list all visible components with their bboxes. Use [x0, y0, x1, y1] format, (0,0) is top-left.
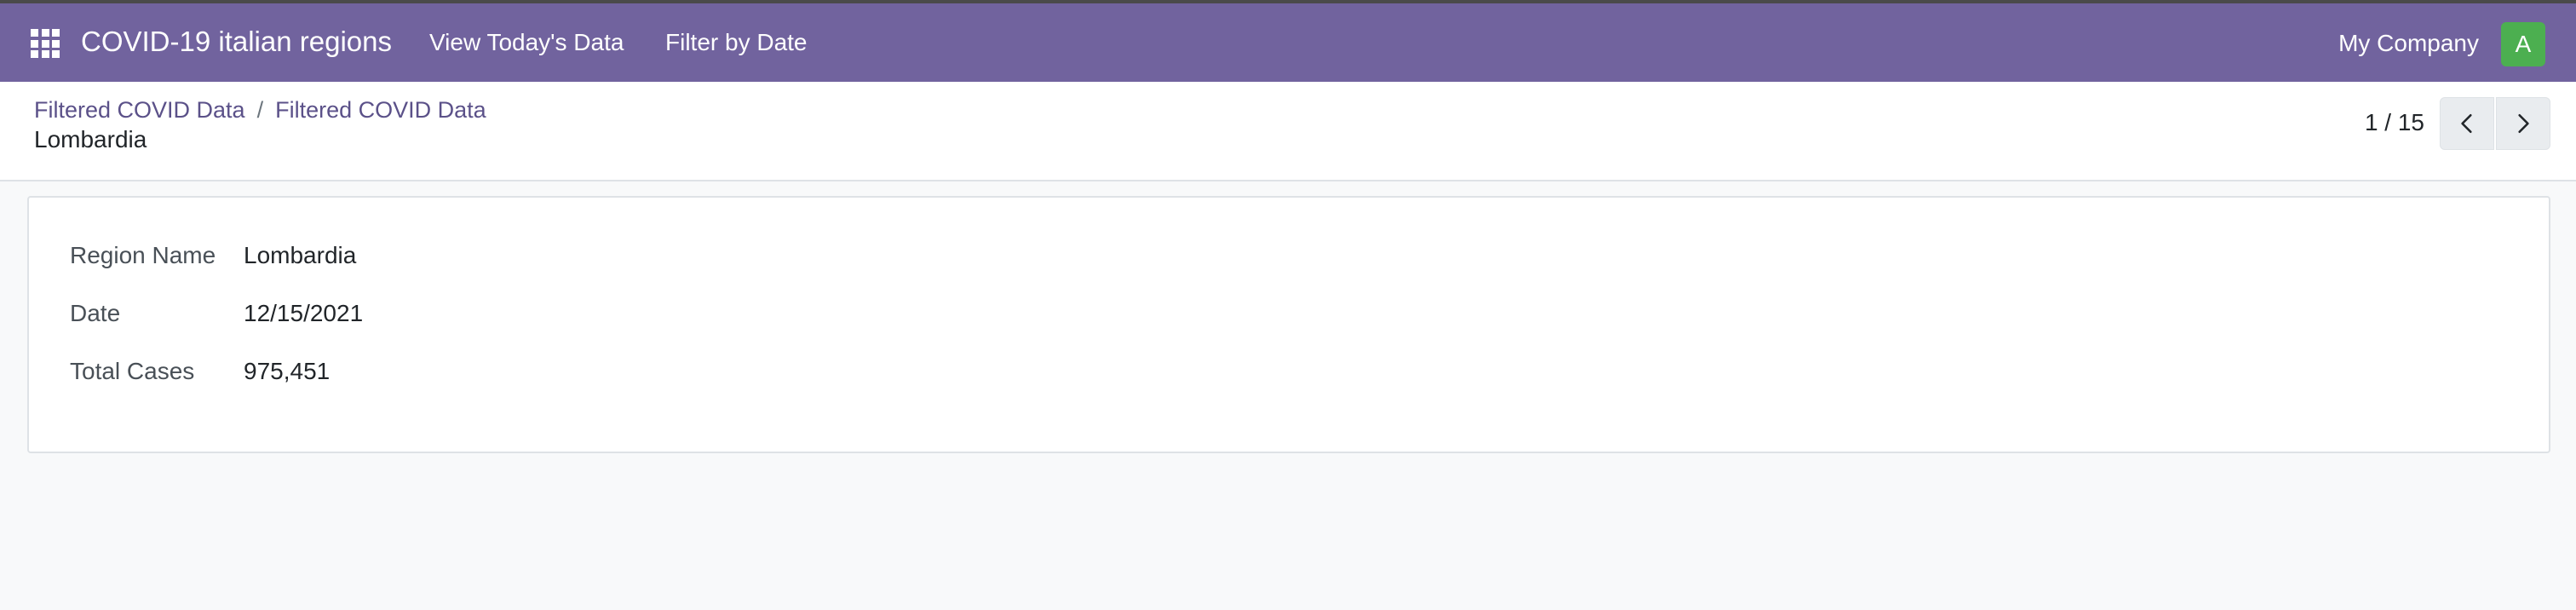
record-title: Lombardia: [34, 126, 147, 152]
form-sheet: Region Name Lombardia Date 12/15/2021 To…: [27, 196, 2550, 453]
field-date: Date 12/15/2021: [70, 296, 363, 331]
breadcrumb-separator: /: [256, 97, 264, 123]
field-total-cases: Total Cases 975,451: [70, 354, 330, 388]
control-panel: Filtered COVID Data / Filtered COVID Data …: [0, 82, 2576, 181]
menu-filter-by-date[interactable]: Filter by Date: [665, 29, 808, 56]
company-switcher[interactable]: My Company: [2338, 30, 2479, 57]
apps-grid-icon[interactable]: [31, 29, 60, 58]
date-value: 12/15/2021: [244, 300, 364, 326]
breadcrumb-link-1[interactable]: Filtered COVID Data: [34, 97, 245, 123]
total-cases-value: 975,451: [244, 358, 331, 384]
pager-previous-button[interactable]: [2440, 97, 2494, 150]
field-label: Date: [70, 300, 121, 326]
region-name-value: Lombardia: [244, 242, 357, 268]
menu-view-todays-data[interactable]: View Today's Data: [429, 29, 624, 56]
user-avatar[interactable]: A: [2501, 22, 2545, 66]
top-navbar: COVID-19 italian regions View Today's Da…: [0, 0, 2576, 82]
breadcrumb-link-2[interactable]: Filtered COVID Data: [275, 97, 486, 123]
pager-value[interactable]: 1 / 15: [2365, 109, 2424, 136]
pager-next-button[interactable]: [2496, 97, 2550, 150]
app-title[interactable]: COVID-19 italian regions: [81, 26, 392, 58]
field-region-name: Region Name Lombardia: [70, 239, 356, 273]
field-label: Total Cases: [70, 358, 195, 384]
field-label: Region Name: [70, 242, 216, 268]
breadcrumb: Filtered COVID Data / Filtered COVID Data: [34, 97, 486, 124]
chevron-left-icon: [2461, 113, 2472, 134]
chevron-right-icon: [2518, 113, 2529, 134]
